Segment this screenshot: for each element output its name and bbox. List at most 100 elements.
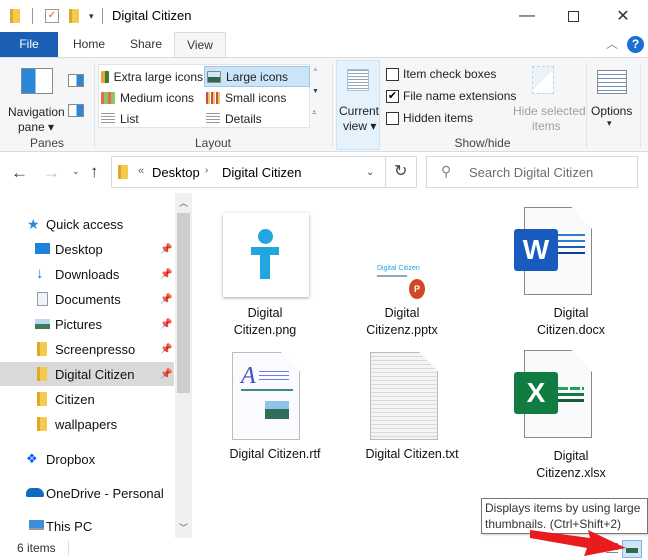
sidebar-item-this-pc[interactable]: This PC	[0, 514, 174, 538]
scroll-up-arrow[interactable]: ︿	[179, 196, 188, 209]
refresh-button[interactable]: ↻	[385, 156, 417, 188]
sidebar-item-downloads[interactable]: ↓ Downloads 📌	[0, 262, 174, 286]
new-folder-icon[interactable]	[69, 9, 79, 23]
folder-icon	[37, 392, 47, 406]
pin-icon[interactable]: 📌	[160, 244, 172, 255]
current-view-button[interactable]: Current view ▾	[336, 60, 380, 150]
maximize-button[interactable]	[550, 0, 596, 32]
preview-pane-button[interactable]	[68, 74, 84, 87]
panes-group-label: Panes	[29, 136, 65, 150]
layout-details[interactable]: Details	[204, 108, 310, 129]
up-button[interactable]: ↑	[90, 162, 99, 182]
breadcrumb-overflow[interactable]: «	[138, 165, 144, 177]
item-check-boxes-checkbox[interactable]	[386, 68, 399, 81]
pin-icon[interactable]: 📌	[160, 369, 172, 380]
file-item-xlsx[interactable]: X Digital Citizenz.xlsx	[502, 350, 606, 484]
layout-scroll-up[interactable]: ▲	[312, 66, 319, 73]
hidden-items-checkbox[interactable]	[386, 112, 399, 125]
file-item-pptx[interactable]: Digital Citizen P Digital Citizenz.pptx	[357, 211, 447, 341]
breadcrumb-digital-citizen[interactable]: Digital Citizen	[222, 165, 301, 180]
sidebar-item-screenpresso[interactable]: Screenpresso 📌	[0, 337, 174, 361]
breadcrumb-separator-icon[interactable]: ›	[205, 165, 208, 176]
layout-expand[interactable]: ⩡	[312, 108, 317, 118]
pin-icon[interactable]: 📌	[160, 344, 172, 355]
folder-icon	[37, 417, 47, 431]
pin-icon[interactable]: 📌	[160, 269, 172, 280]
divider	[68, 541, 69, 555]
file-item-txt[interactable]: Digital Citizen.txt	[362, 350, 472, 461]
sidebar-item-digital-citizen[interactable]: Digital Citizen 📌	[0, 362, 174, 386]
tab-home[interactable]: Home	[64, 32, 114, 58]
file-item-docx[interactable]: W Digital Citizen.docx	[502, 207, 605, 341]
details-pane-button[interactable]	[68, 104, 84, 117]
file-item-png[interactable]: Digital Citizen.png	[220, 211, 310, 341]
chevron-down-icon: ⌄	[72, 166, 80, 176]
divider	[32, 8, 33, 24]
close-button[interactable]: ✕	[600, 0, 646, 32]
rtf-rule	[241, 389, 293, 391]
navigation-pane-button[interactable]: Navigation pane ▾	[4, 62, 66, 134]
minimize-button[interactable]: —	[504, 0, 550, 32]
layout-scroll-down[interactable]: ▼	[312, 88, 319, 95]
sidebar-item-dropbox[interactable]: ❖ Dropbox	[0, 447, 174, 471]
search-input[interactable]: Search Digital Citizen	[469, 165, 593, 180]
hidden-items-label[interactable]: Hidden items	[403, 111, 473, 125]
address-bar[interactable]: « Desktop › Digital Citizen ⌄	[111, 156, 417, 188]
navigation-pane: ★ Quick access Desktop 📌 ↓ Downloads 📌 Docum…	[0, 193, 192, 538]
sidebar-scroll-thumb[interactable]	[177, 213, 190, 393]
back-button[interactable]: ←	[11, 163, 28, 183]
options-label: Options	[591, 104, 633, 118]
search-icon: ⚲	[441, 163, 452, 179]
customize-qat-icon[interactable]: ▾	[89, 11, 94, 22]
recent-locations-button[interactable]: ⌄	[72, 166, 80, 177]
options-dropdown-icon: ▾	[607, 118, 612, 128]
sidebar-item-pictures[interactable]: Pictures 📌	[0, 312, 174, 336]
address-history-dropdown[interactable]: ⌄	[366, 167, 374, 178]
pin-icon[interactable]: 📌	[160, 294, 172, 305]
help-button[interactable]: ?	[627, 36, 644, 53]
sidebar-item-quick-access[interactable]: ★ Quick access	[0, 212, 174, 236]
breadcrumb-desktop[interactable]: Desktop	[152, 165, 200, 180]
layout-large-icons[interactable]: Large icons	[204, 66, 310, 87]
folder-icon	[37, 342, 47, 356]
sidebar-item-documents[interactable]: Documents 📌	[0, 287, 174, 311]
file-item-rtf[interactable]: A Digital Citizen.rtf	[220, 350, 330, 461]
layout-medium-icons[interactable]: Medium icons	[99, 87, 203, 108]
collapse-ribbon-button[interactable]: ︿	[606, 35, 618, 52]
search-box[interactable]: ⚲ Search Digital Citizen	[426, 156, 638, 188]
sidebar-item-desktop[interactable]: Desktop 📌	[0, 237, 174, 261]
sidebar-item-onedrive[interactable]: OneDrive - Personal	[0, 481, 174, 505]
tab-view[interactable]: View	[174, 32, 226, 58]
folder-icon	[37, 367, 47, 381]
options-button[interactable]: Options ▾	[588, 62, 636, 134]
sidebar-item-citizen[interactable]: Citizen	[0, 387, 174, 411]
file-name-extensions-checkbox[interactable]: ✔	[386, 90, 399, 103]
window-title: Digital Citizen	[112, 8, 192, 23]
layout-extra-large-icons[interactable]: Extra large icons	[99, 66, 203, 87]
large-icons-icon	[207, 70, 221, 83]
rtf-letter-a: A	[241, 363, 256, 389]
layout-small-icons[interactable]: Small icons	[204, 87, 310, 108]
hide-selected-items-button[interactable]: Hide selected items	[510, 62, 586, 134]
scroll-down-arrow[interactable]: ﹀	[179, 521, 188, 534]
list-icon	[101, 112, 115, 125]
pictures-icon	[35, 319, 50, 329]
ribbon-view: Navigation pane ▾ Panes Extra large icon…	[0, 57, 648, 152]
tab-file[interactable]: File	[0, 32, 58, 58]
file-name-extensions-label[interactable]: File name extensions	[403, 89, 516, 103]
item-check-boxes-label[interactable]: Item check boxes	[403, 67, 496, 81]
show-hide-group-label: Show/hide	[454, 136, 511, 150]
pin-icon[interactable]: 📌	[160, 319, 172, 330]
properties-icon[interactable]: ✓	[45, 9, 59, 23]
medium-icons-icon	[101, 91, 115, 104]
options-icon	[597, 70, 627, 94]
title-bar: ✓ ▾ Digital Citizen — ✕	[0, 0, 648, 32]
close-icon: ✕	[616, 8, 630, 25]
layout-list[interactable]: List	[99, 108, 203, 129]
extra-large-icons-icon	[101, 70, 109, 83]
red-arrow-annotation	[530, 530, 626, 556]
tab-share[interactable]: Share	[120, 32, 172, 58]
current-view-label-2: view ▾	[343, 119, 377, 133]
sidebar-item-wallpapers[interactable]: wallpapers	[0, 412, 174, 436]
forward-button[interactable]: →	[43, 163, 60, 183]
